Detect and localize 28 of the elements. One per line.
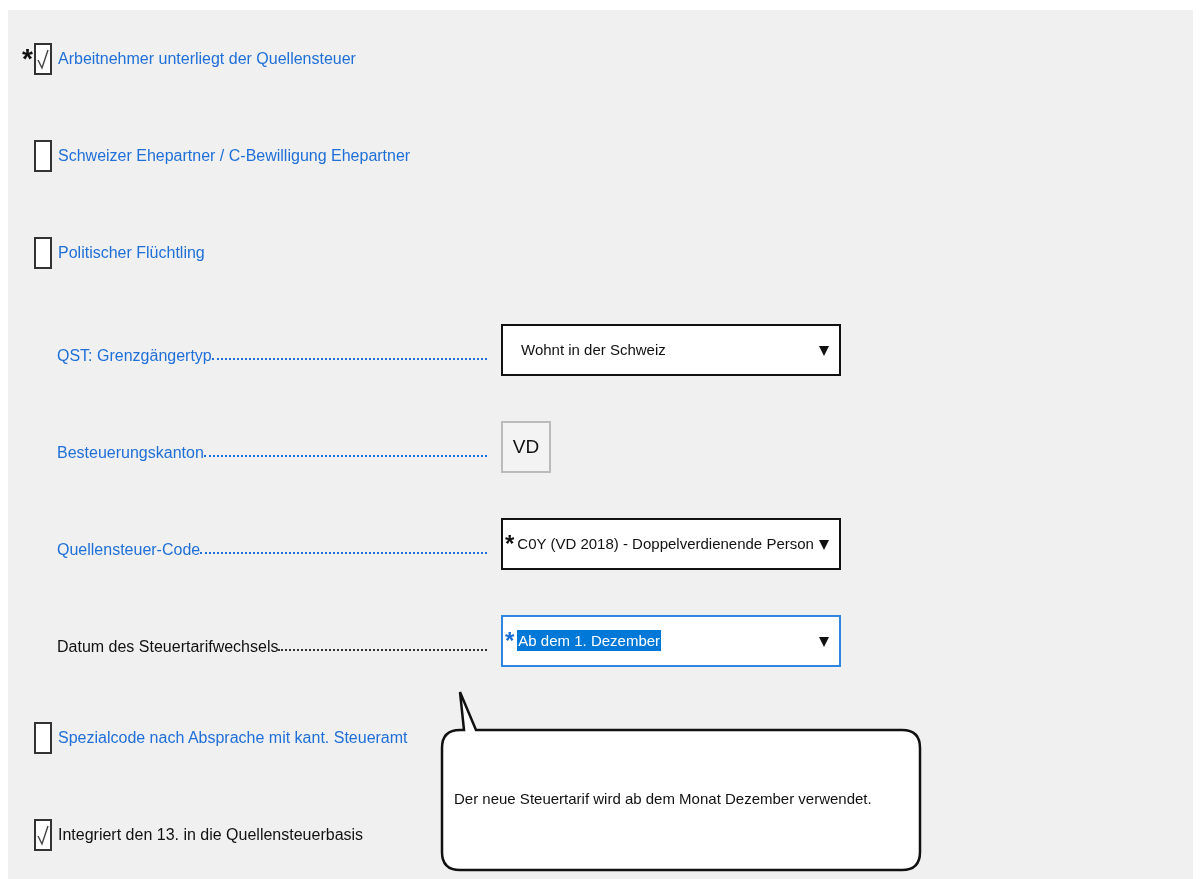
dropdown[interactable]: *C0Y (VD 2018) - Doppelverdienende Person	[501, 517, 841, 570]
checkbox-label[interactable]: Spezialcode nach Absprache mit kant. Steueramt	[58, 728, 408, 747]
tooltip-text: Der neue Steuertarif wird ab dem Monat Dezember verwendet.	[454, 790, 872, 807]
checkbox[interactable]	[34, 139, 52, 172]
field-label: QST: Grenzgängertyp	[57, 346, 212, 365]
dropdown-value: C0Y (VD 2018) - Doppelverdienende Person	[517, 535, 814, 552]
checkbox[interactable]	[34, 721, 52, 754]
checkbox[interactable]	[34, 818, 52, 851]
required-marker: *	[505, 626, 515, 655]
field-label: Quellensteuer-Code	[57, 540, 201, 559]
checkbox-label[interactable]: Politischer Flüchtling	[58, 243, 205, 262]
readonly-field: VD	[501, 420, 551, 473]
dropdown-value: Wohnt in der Schweiz	[521, 341, 666, 358]
checkbox[interactable]	[34, 42, 52, 75]
caret-icon	[819, 343, 829, 356]
caret-icon	[819, 634, 829, 647]
caret-icon	[819, 537, 829, 550]
field-label: Datum des Steuertarifwechsels	[57, 637, 279, 656]
required-marker: *	[505, 529, 515, 558]
checkbox-label[interactable]: Integriert den 13. in die Quellensteuerbasis	[58, 825, 364, 844]
dropdown-value: Ab dem 1. Dezember	[517, 630, 662, 651]
required-marker: *	[22, 44, 33, 73]
checkbox-label[interactable]: Schweizer Ehepartner / C-Bewilligung Ehepartner	[58, 146, 411, 165]
checkbox-label[interactable]: Arbeitnehmer unterliegt der Quellensteuer	[58, 49, 356, 68]
dropdown[interactable]: * Ab dem 1. Dezember	[501, 614, 841, 667]
field-label: Besteuerungskanton	[57, 443, 204, 462]
dropdown[interactable]: Wohnt in der Schweiz	[501, 323, 841, 376]
checkbox[interactable]	[34, 236, 52, 269]
